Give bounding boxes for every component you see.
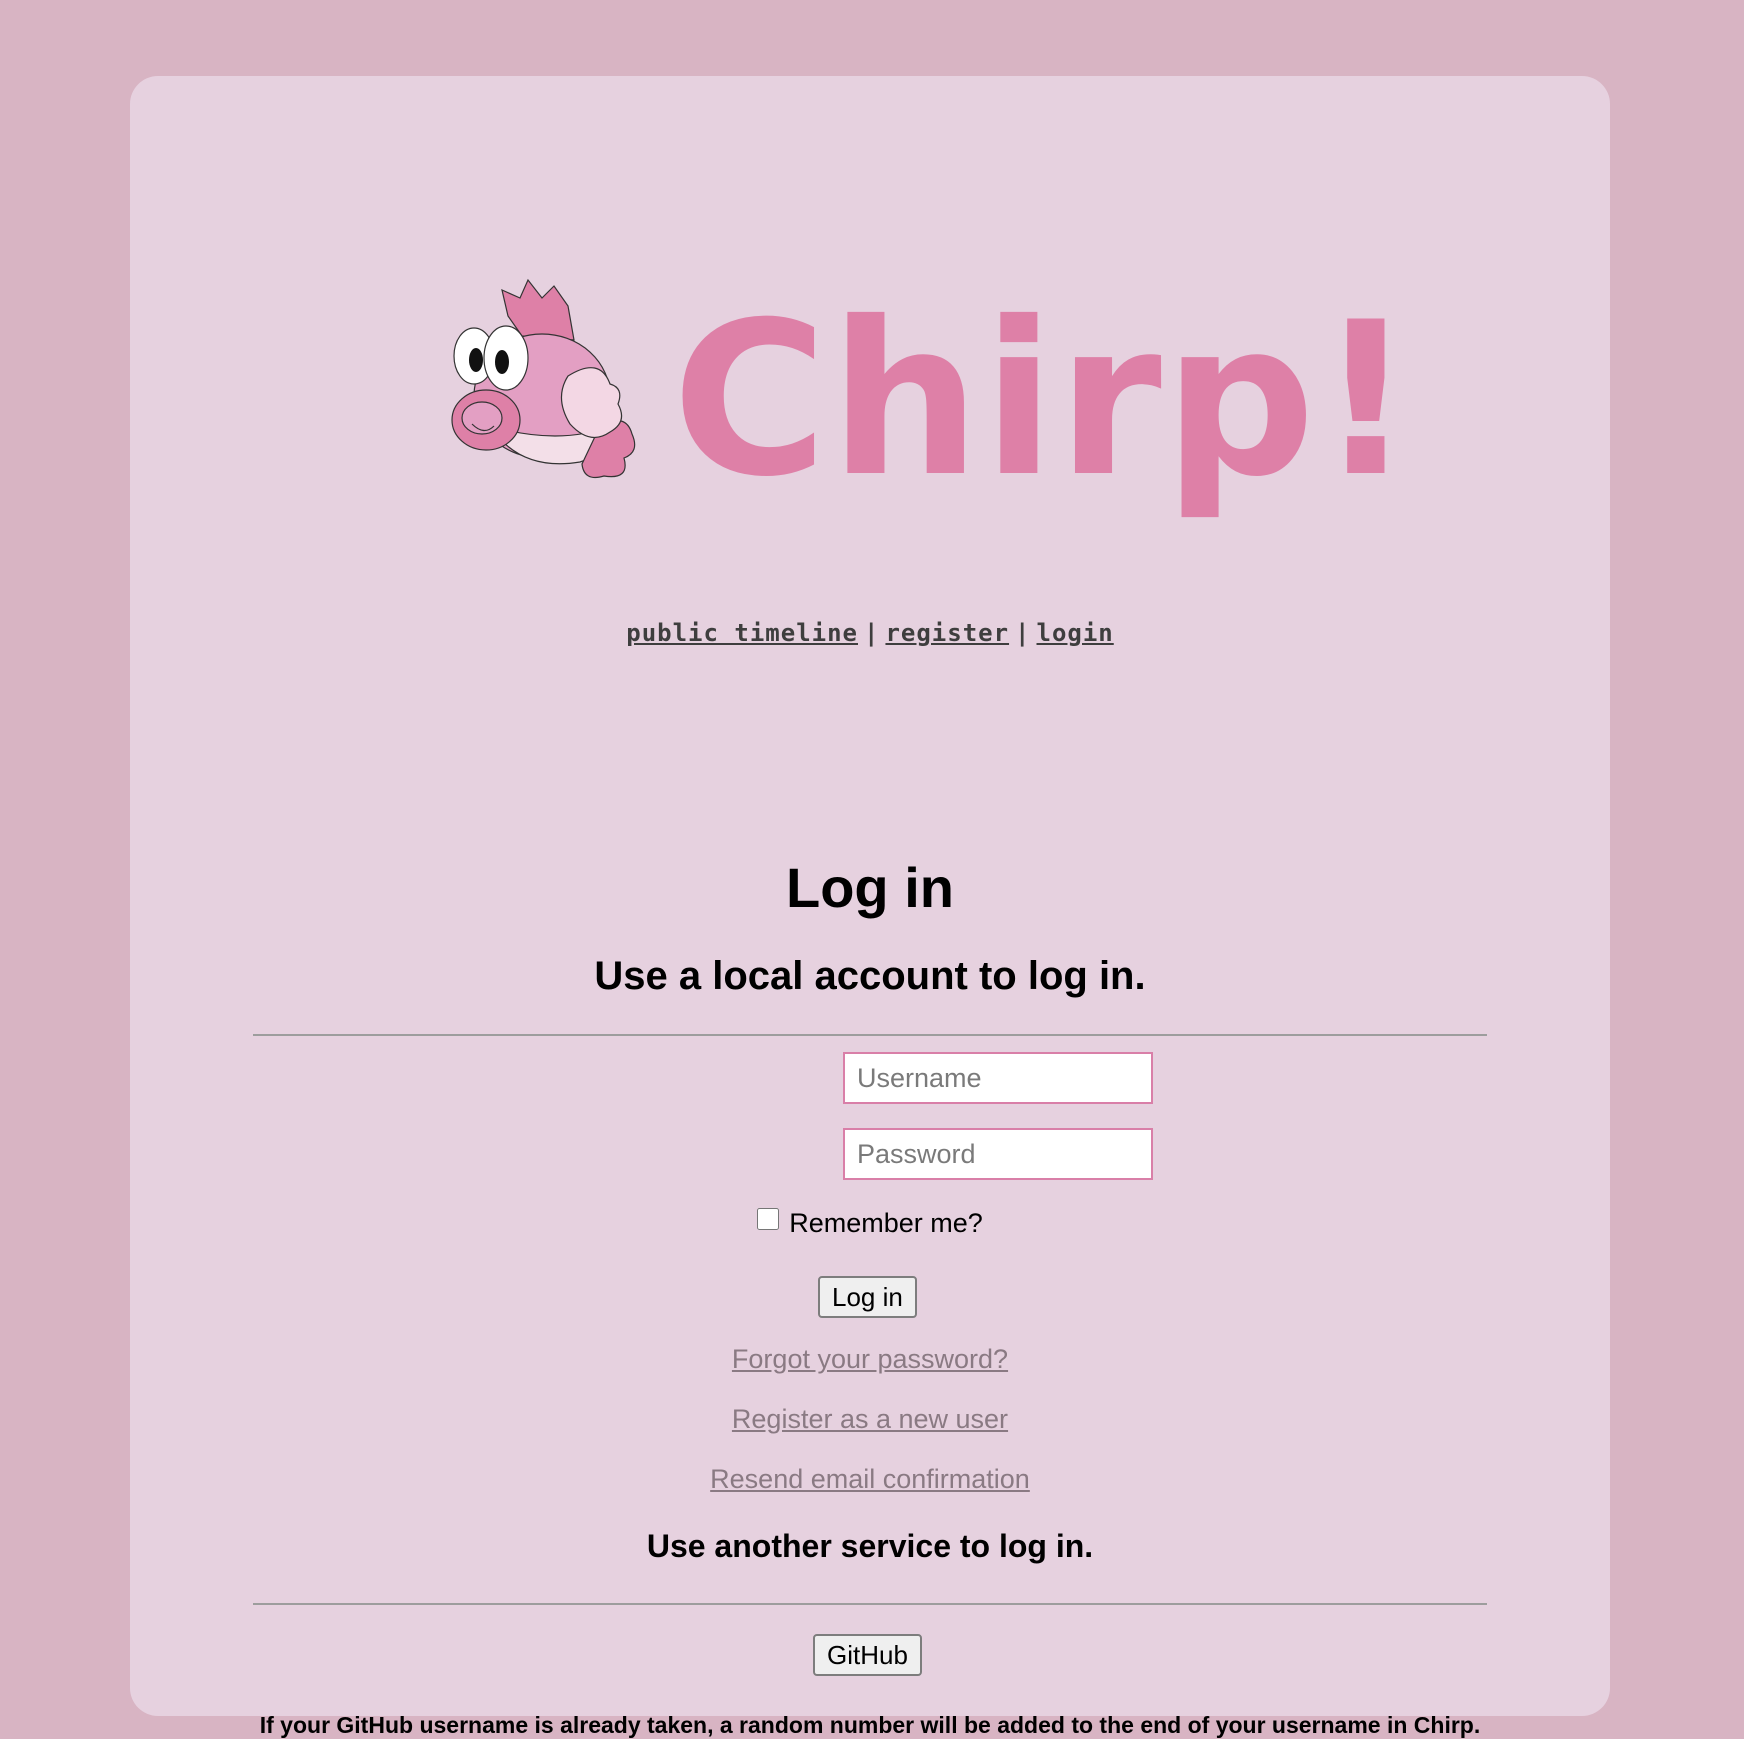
forgot-password-row: Forgot your password? [253,1344,1487,1375]
divider [253,1034,1487,1036]
remember-me-label[interactable]: Remember me? [789,1208,983,1238]
forgot-password-link[interactable]: Forgot your password? [732,1344,1008,1374]
nav-separator: | [864,619,880,647]
github-login-button[interactable]: GitHub [813,1634,922,1676]
resend-email-confirmation-link[interactable]: Resend email confirmation [710,1464,1030,1494]
github-username-note: If your GitHub username is already taken… [259,1712,1481,1738]
nav-separator: | [1015,619,1031,647]
login-button[interactable]: Log in [818,1276,917,1318]
register-row: Register as a new user [253,1404,1487,1435]
nav-login-link[interactable]: login [1037,619,1114,647]
page-title: Log in [786,856,954,919]
brand-title[interactable]: Chirp! [672,294,1416,506]
register-new-user-link[interactable]: Register as a new user [732,1404,1008,1434]
external-login-heading: Use another service to log in. [646,1528,1094,1564]
site-header: Chirp! public timeline | register | login [130,76,1610,696]
password-input[interactable] [843,1128,1153,1180]
remember-me-row: Remember me? [253,1208,1487,1239]
divider [253,1603,1487,1605]
remember-me-checkbox[interactable] [757,1208,780,1230]
nav-register-link[interactable]: register [885,619,1009,647]
nav-public-timeline-link[interactable]: public timeline [626,619,858,647]
page-panel: Chirp! public timeline | register | login Lo… [130,76,1610,1738]
resend-confirmation-row: Resend email confirmation [253,1464,1487,1495]
username-input[interactable] [843,1052,1153,1104]
local-account-heading: Use a local account to log in. [594,954,1146,998]
main-nav: public timeline | register | login [130,619,1610,647]
bird-mascot-icon [451,278,636,479]
logo[interactable]: Chirp! [450,276,1414,626]
